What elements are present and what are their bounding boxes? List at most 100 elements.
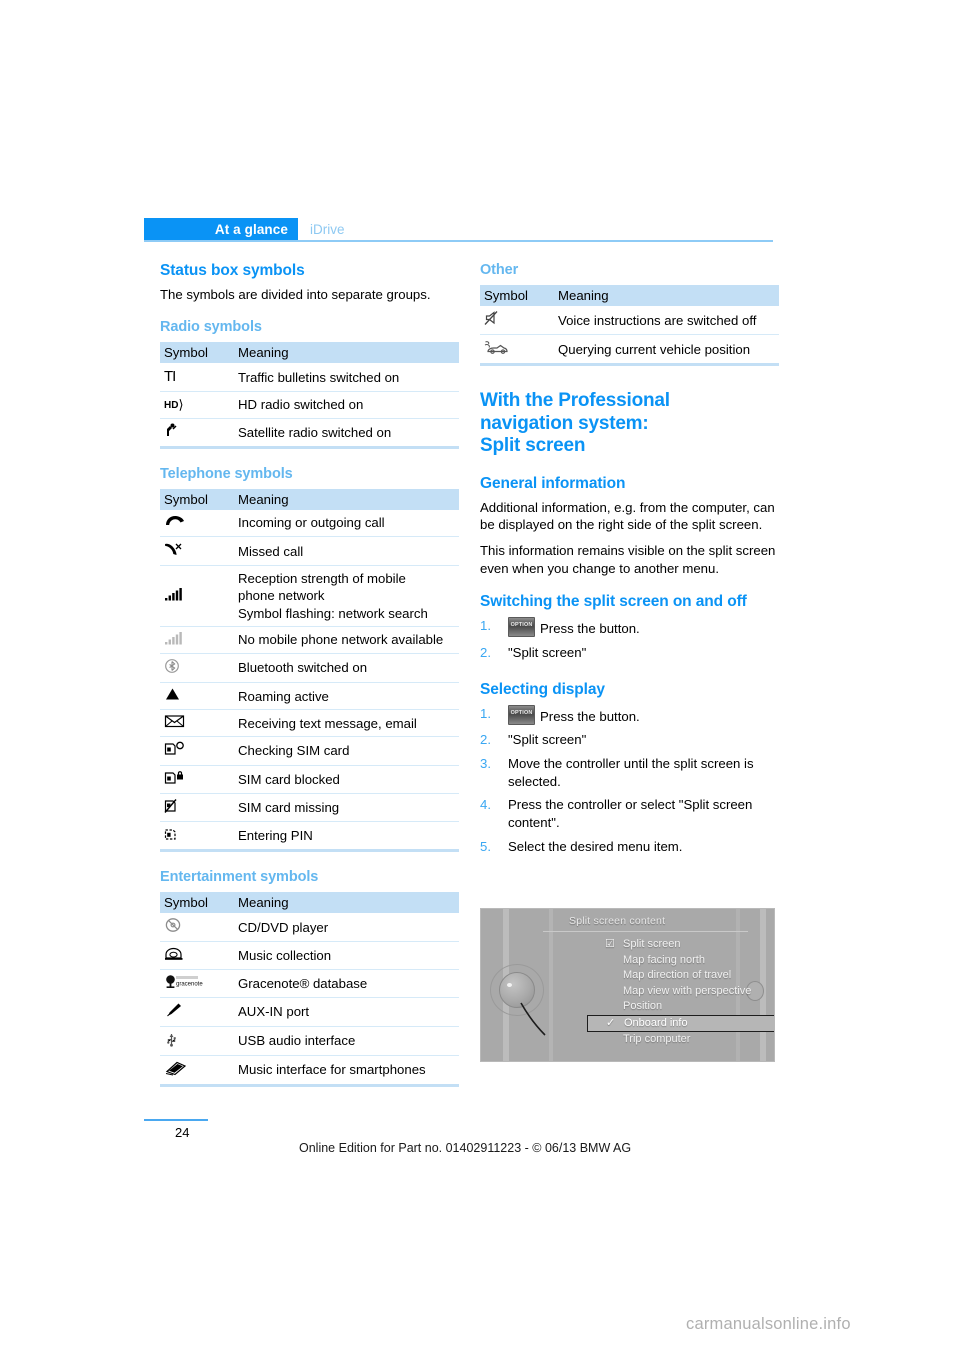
other-symbols-heading: Other <box>480 262 519 278</box>
checkbox-icon: ☑ <box>605 938 615 950</box>
telephone-symbols-table: Symbol Meaning Incoming or outgoing call <box>160 488 459 852</box>
selecting-steps-list: 1. OPTION Press the button. 2. "Split scr… <box>480 704 785 856</box>
tab-at-a-glance[interactable]: At a glance <box>144 218 298 240</box>
step-text: "Split screen" <box>508 732 587 748</box>
split-screen-content-figure: Split screen content ☑ Split screen Map … <box>480 908 775 1062</box>
menu-item-position[interactable]: Position <box>601 999 771 1015</box>
menu-item-map-view-with-perspective[interactable]: Map view with perspective <box>601 984 771 1000</box>
left-column: Status box symbols The symbols are divid… <box>160 262 465 1091</box>
signal-bars-full-icon <box>160 565 234 627</box>
option-button-icon: OPTION <box>508 704 535 725</box>
table-header-row: Symbol Meaning <box>160 488 459 510</box>
figure-title-rule <box>543 931 748 932</box>
menu-item-label: Map direction of travel <box>623 969 732 982</box>
figure-title: Split screen content <box>569 915 666 927</box>
selecting-display-heading: Selecting display <box>480 680 605 698</box>
menu-item-label: Trip computer <box>623 1032 691 1045</box>
callout-line <box>520 1002 546 1036</box>
list-item: 1. OPTION Press the button. <box>480 617 785 638</box>
row-meaning: Music collection <box>234 941 459 971</box>
table-row: Bluetooth switched on <box>160 653 459 684</box>
table-row: Checking SIM card <box>160 736 459 766</box>
missed-call-icon <box>160 536 234 567</box>
table-row: Entering PIN <box>160 821 459 849</box>
svg-text:gracenote: gracenote <box>176 982 203 988</box>
envelope-icon <box>160 709 234 738</box>
edition-notice: Online Edition for Part no. 01402911223 … <box>299 1141 632 1155</box>
menu-item-map-direction-of-travel[interactable]: Map direction of travel <box>601 968 771 984</box>
table-row: No mobile phone network available <box>160 626 459 654</box>
row-meaning: Gracenote® database <box>234 969 459 999</box>
mute-speaker-icon <box>480 306 554 336</box>
step-number: 4. <box>480 797 491 813</box>
list-item: 5. Select the desired menu item. <box>480 838 785 856</box>
table-header-row: Symbol Meaning <box>480 285 779 306</box>
breadcrumb: At a glance iDrive <box>144 218 774 240</box>
header-divider <box>144 240 773 242</box>
switching-split-screen-heading: Switching the split screen on and off <box>480 593 747 611</box>
col-symbol: Symbol <box>160 892 234 913</box>
check-icon: ✓ <box>606 1016 616 1029</box>
radio-symbols-heading: Radio symbols <box>160 319 262 336</box>
option-button-icon: OPTION <box>508 617 535 638</box>
row-meaning: SIM card blocked <box>234 765 459 794</box>
telephone-symbols-heading: Telephone symbols <box>160 465 293 482</box>
menu-item-label: Map view with perspective <box>623 984 752 997</box>
meaning-line2: phone network <box>238 588 325 604</box>
list-item: 4. Press the controller or select "Split… <box>480 796 785 831</box>
title-line2: navigation system: <box>480 412 649 434</box>
row-meaning: Incoming or outgoing call <box>234 509 459 538</box>
sim-card-missing-icon <box>160 793 234 822</box>
page-header: At a glance iDrive <box>144 218 774 248</box>
step-number: 1. <box>480 705 491 721</box>
table-row: USB audio interface <box>160 1026 459 1056</box>
aux-in-plug-icon <box>160 997 234 1027</box>
table-row: HD⟩ HD radio switched on <box>160 391 459 419</box>
table-row: Roaming active <box>160 682 459 711</box>
menu-item-map-facing-north[interactable]: Map facing north <box>601 953 771 969</box>
table-row: Music interface for smartphones <box>160 1055 459 1084</box>
option-button-label: OPTION <box>510 622 533 629</box>
step-text: "Split screen" <box>508 644 587 660</box>
table-header-row: Symbol Meaning <box>160 342 459 364</box>
bluetooth-icon <box>160 653 234 684</box>
phone-handset-icon <box>160 509 234 538</box>
table-row: SIM card blocked <box>160 765 459 794</box>
step-number: 2. <box>480 732 491 748</box>
tab-idrive[interactable]: iDrive <box>298 218 355 240</box>
list-item: 2. "Split screen" <box>480 644 785 662</box>
table-header-row: Symbol Meaning <box>160 892 459 913</box>
status-box-intro: The symbols are divided into separate gr… <box>160 287 431 302</box>
table-row: Receiving text message, email <box>160 709 459 738</box>
footer-divider <box>144 1119 208 1121</box>
step-number: 5. <box>480 838 491 854</box>
menu-item-trip-computer[interactable]: Trip computer <box>601 1032 771 1048</box>
menu-item-onboard-info[interactable]: ✓ Onboard info <box>587 1014 774 1032</box>
col-symbol: Symbol <box>480 285 554 306</box>
right-column: Other Symbol Meaning Voice instructions … <box>480 262 785 861</box>
switching-steps-list: 1. OPTION Press the button. 2. "Split scr… <box>480 617 785 661</box>
meaning-line3: Symbol flashing: network search <box>238 605 428 621</box>
music-collection-icon <box>160 941 234 971</box>
menu-item-split-screen[interactable]: ☑ Split screen <box>601 937 771 953</box>
row-meaning: Bluetooth switched on <box>234 653 459 684</box>
row-meaning: Missed call <box>234 536 459 567</box>
cd-dvd-icon <box>160 913 234 943</box>
sim-card-pin-icon <box>160 821 234 849</box>
col-meaning: Meaning <box>234 892 459 913</box>
step-text: Select the desired menu item. <box>508 838 683 854</box>
col-meaning: Meaning <box>554 285 779 306</box>
table-row: Voice instructions are switched off <box>480 306 779 336</box>
table-row: Music collection <box>160 941 459 971</box>
roaming-triangle-icon <box>160 682 234 711</box>
list-item: 3. Move the controller until the split s… <box>480 755 785 790</box>
radio-symbols-table: Symbol Meaning TI Traffic bulletins swit… <box>160 342 459 449</box>
col-symbol: Symbol <box>160 342 234 364</box>
row-meaning: Reception strength of mobile phone networ… <box>234 565 459 627</box>
menu-item-label: Split screen <box>623 938 681 950</box>
general-info-paragraph-2: This information remains visible on the … <box>480 543 776 576</box>
row-meaning: Entering PIN <box>238 827 313 843</box>
sim-card-blocked-icon <box>160 765 234 794</box>
row-meaning: HD radio switched on <box>234 391 459 419</box>
page-number: 24 <box>175 1125 190 1140</box>
